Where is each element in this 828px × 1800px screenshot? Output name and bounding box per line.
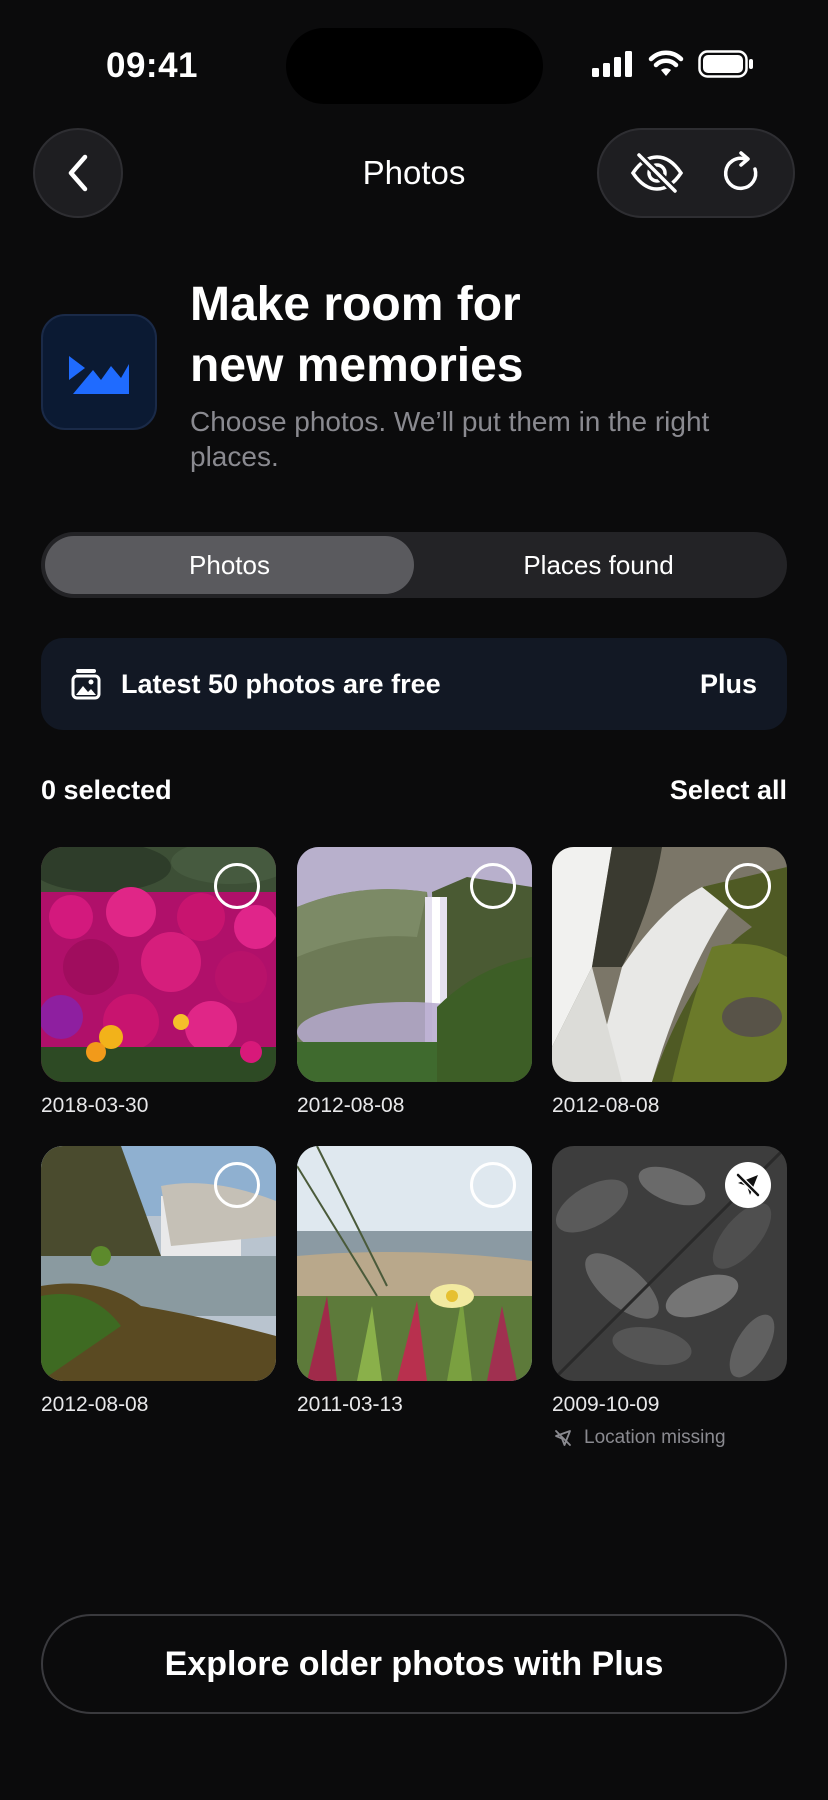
status-time: 09:41 xyxy=(106,46,199,85)
select-circle[interactable] xyxy=(470,1162,516,1208)
tab-places-found[interactable]: Places found xyxy=(414,536,783,594)
photo-date: 2012-08-08 xyxy=(297,1094,405,1117)
dynamic-island xyxy=(286,28,543,104)
cellular-signal-icon xyxy=(592,51,632,77)
free-photos-banner[interactable]: Latest 50 photos are free Plus xyxy=(41,638,787,730)
photo-tile-4[interactable] xyxy=(41,1146,276,1381)
eye-off-icon xyxy=(630,153,684,193)
photo-tile-1[interactable] xyxy=(41,847,276,1082)
banner-text: Latest 50 photos are free xyxy=(121,668,441,699)
photo-date: 2011-03-13 xyxy=(297,1393,403,1416)
selected-count: 0 selected xyxy=(41,775,172,805)
location-missing-note: Location missing xyxy=(554,1427,726,1449)
select-circle[interactable] xyxy=(725,863,771,909)
select-all-button[interactable]: Select all xyxy=(670,775,787,806)
segmented-control: Photos Places found xyxy=(41,532,787,598)
select-circle[interactable] xyxy=(470,863,516,909)
hide-button[interactable] xyxy=(629,153,685,193)
photo-tile-2[interactable] xyxy=(297,847,532,1082)
tab-photos[interactable]: Photos xyxy=(45,536,414,594)
headline: Make room for new memories xyxy=(190,278,524,392)
refresh-button[interactable] xyxy=(721,151,763,195)
photo-date: 2009-10-09 xyxy=(552,1393,660,1416)
status-icons xyxy=(592,50,754,78)
select-circle[interactable] xyxy=(214,1162,260,1208)
photo-date: 2018-03-30 xyxy=(41,1094,149,1117)
plus-link[interactable]: Plus xyxy=(700,669,757,700)
explore-older-photos-button[interactable]: Explore older photos with Plus xyxy=(41,1614,787,1714)
photo-date: 2012-08-08 xyxy=(41,1393,149,1416)
photo-tile-3[interactable] xyxy=(552,847,787,1082)
location-off-icon xyxy=(736,1173,760,1197)
app-logo-icon xyxy=(69,356,129,394)
refresh-icon xyxy=(723,151,758,191)
location-missing-label: Location missing xyxy=(584,1427,726,1448)
location-off-icon xyxy=(555,1430,571,1446)
subtitle: Choose photos. We’ll put them in the rig… xyxy=(190,406,710,472)
location-off-badge xyxy=(725,1162,771,1208)
select-circle[interactable] xyxy=(214,863,260,909)
app-logo xyxy=(41,314,157,430)
wifi-icon xyxy=(648,50,684,76)
photo-date: 2012-08-08 xyxy=(552,1094,660,1117)
photo-tile-5[interactable] xyxy=(297,1146,532,1381)
nav-actions xyxy=(597,128,795,218)
battery-icon xyxy=(698,50,753,78)
photo-gallery-icon xyxy=(71,669,101,700)
photo-tile-6[interactable] xyxy=(552,1146,787,1381)
